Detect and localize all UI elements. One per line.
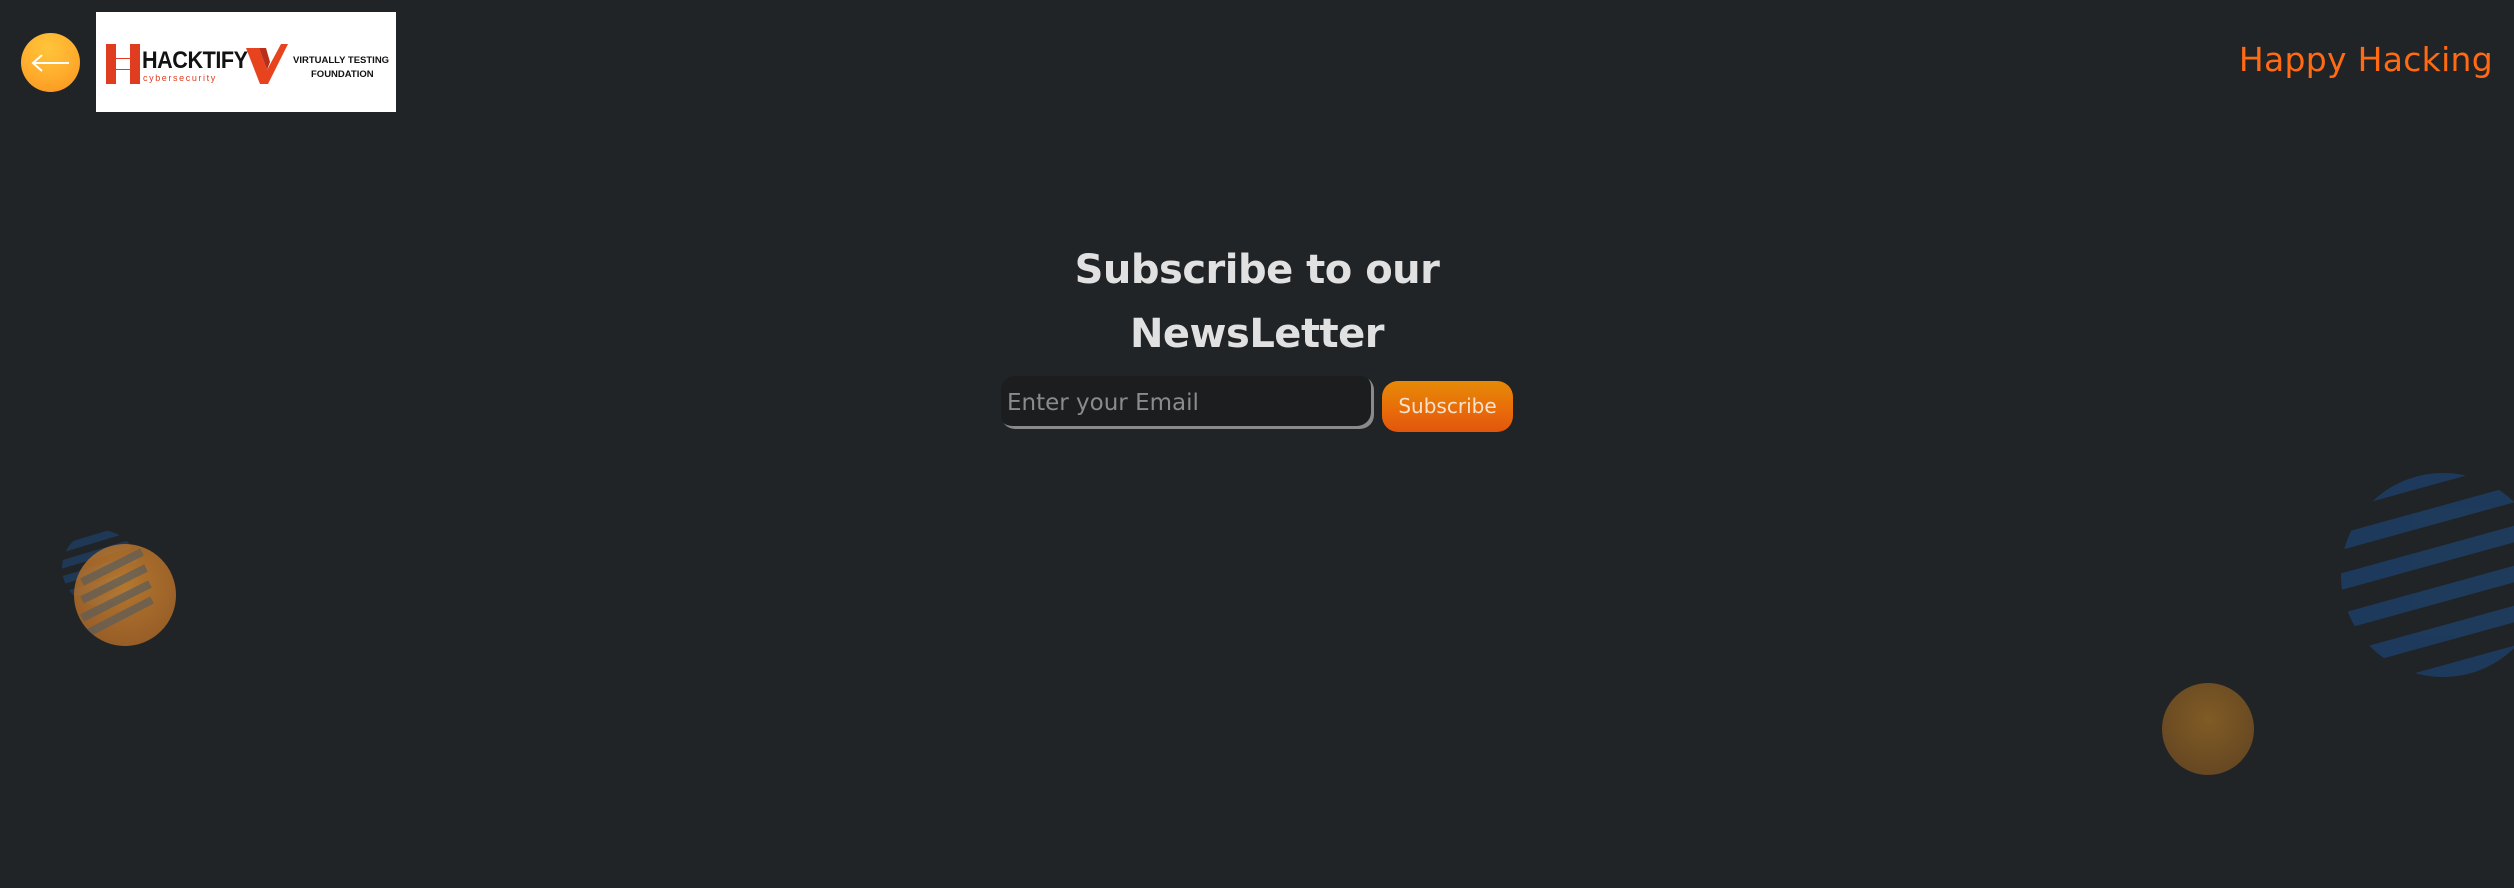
vtf-logo-line-1: VIRTUALLY TESTING bbox=[293, 55, 390, 66]
newsletter-title: Subscribe to our NewsLetter bbox=[1074, 247, 1440, 357]
decorative-stripes-left bbox=[62, 530, 138, 606]
sponsor-logos: HACKTIFY cybersecurity VIRTUALLY TESTING… bbox=[96, 12, 396, 112]
happy-hacking-tagline: Happy Hacking bbox=[2238, 40, 2493, 79]
decorative-orb-right bbox=[2162, 683, 2254, 775]
decorative-orb-left bbox=[74, 544, 176, 646]
arrow-left-icon bbox=[30, 53, 69, 72]
hacktify-logo-icon bbox=[106, 44, 140, 84]
email-input[interactable] bbox=[1001, 376, 1374, 429]
hacktify-logo-tagline: cybersecurity bbox=[143, 73, 217, 83]
vtf-logo-icon bbox=[246, 44, 288, 84]
vtf-logo-line-2: FOUNDATION bbox=[311, 69, 374, 80]
back-button[interactable] bbox=[21, 33, 80, 92]
subscribe-button[interactable]: Subscribe bbox=[1382, 381, 1513, 432]
hacktify-logo-name: HACKTIFY bbox=[142, 47, 248, 74]
decorative-stripes-right bbox=[2341, 473, 2514, 677]
